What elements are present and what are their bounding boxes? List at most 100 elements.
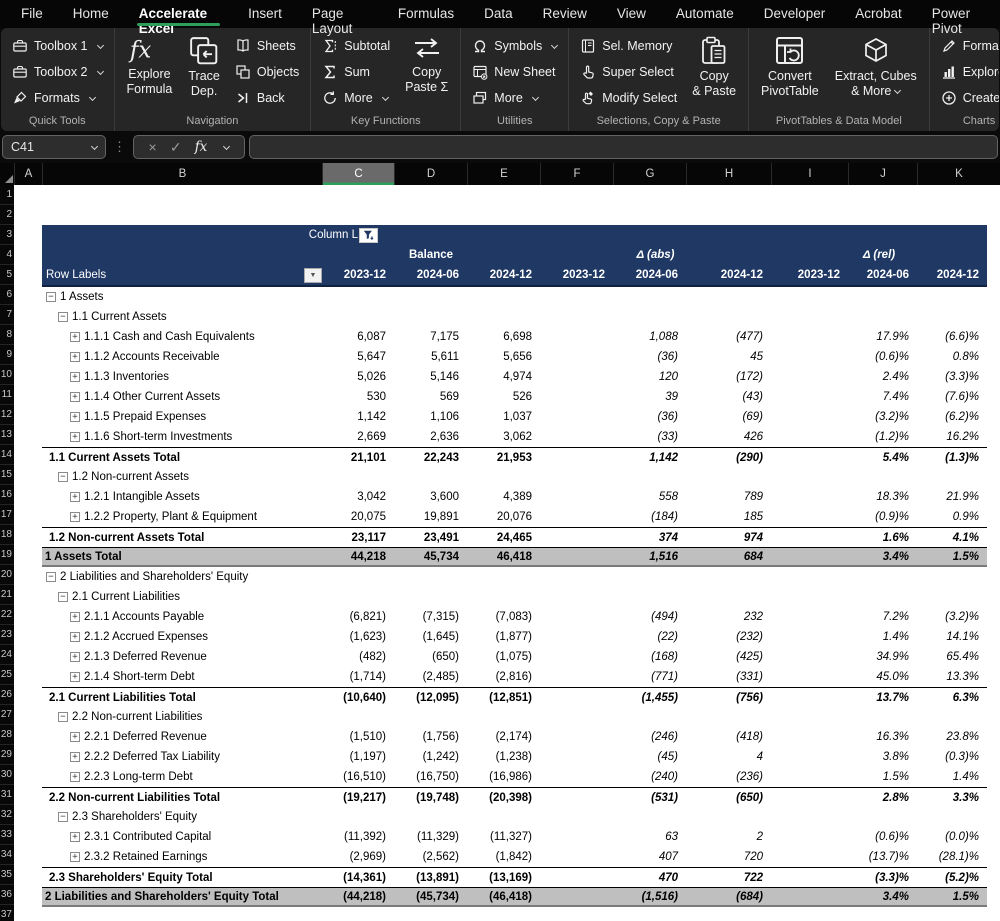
row-label-cell[interactable]: +1.1.6 Short-term Investments [42, 427, 322, 447]
cell-F[interactable] [540, 327, 613, 347]
cell-E[interactable]: 5,656 [467, 347, 540, 367]
cell-D[interactable]: (16,750) [394, 767, 467, 787]
tab-automate[interactable]: Automate [661, 0, 749, 28]
cell-J[interactable]: (0.6)% [848, 827, 917, 847]
cell-G[interactable]: 374 [613, 528, 686, 547]
cell-I[interactable] [771, 427, 848, 447]
cell-F[interactable] [540, 287, 613, 307]
cell-D[interactable]: (1,645) [394, 627, 467, 647]
column-header-B[interactable]: B [42, 163, 322, 185]
tab-data[interactable]: Data [469, 0, 528, 28]
row-header-37[interactable]: 37 [0, 905, 14, 921]
cell-I[interactable] [771, 868, 848, 887]
cell-D[interactable] [394, 287, 467, 307]
cell-C[interactable]: 20,075 [322, 507, 394, 527]
expand-toggle-icon[interactable]: + [70, 672, 80, 682]
expand-toggle-icon[interactable]: − [46, 572, 56, 582]
ribbon-button-formats[interactable]: Formats [6, 86, 109, 111]
row-header-12[interactable]: 12 [0, 405, 14, 425]
cell-I[interactable] [771, 767, 848, 787]
cell-G[interactable] [613, 807, 686, 827]
column-header-G[interactable]: G [613, 163, 686, 185]
row-label-cell[interactable]: +2.2.1 Deferred Revenue [42, 727, 322, 747]
period-header[interactable]: 2024-12 [917, 265, 987, 285]
cell-C[interactable]: (1,510) [322, 727, 394, 747]
cell-F[interactable] [540, 688, 613, 707]
cell-K[interactable]: (1.3)% [917, 448, 987, 467]
cell-J[interactable]: 2.4% [848, 367, 917, 387]
ribbon-button-create[interactable]: Create [935, 86, 999, 111]
cell-I[interactable] [771, 307, 848, 327]
ribbon-button-toolbox-1[interactable]: Toolbox 1 [6, 34, 109, 59]
row-header-36[interactable]: 36 [0, 885, 14, 905]
cell-D[interactable]: (11,329) [394, 827, 467, 847]
cell-C[interactable]: 530 [322, 387, 394, 407]
expand-toggle-icon[interactable]: + [70, 752, 80, 762]
cell-I[interactable] [771, 528, 848, 547]
cell-E[interactable]: 21,953 [467, 448, 540, 467]
expand-toggle-icon[interactable]: + [70, 832, 80, 842]
row-label-cell[interactable]: +1.1.3 Inventories [42, 367, 322, 387]
cell-D[interactable]: 45,734 [394, 548, 467, 565]
expand-toggle-icon[interactable]: − [58, 472, 68, 482]
row-label-cell[interactable]: −2.3 Shareholders' Equity [42, 807, 322, 827]
cell-I[interactable] [771, 448, 848, 467]
cell-F[interactable] [540, 347, 613, 367]
cell-C[interactable]: (482) [322, 647, 394, 667]
tab-accelerate-excel[interactable]: Accelerate Excel [124, 0, 233, 36]
cell-K[interactable] [917, 287, 987, 307]
cell-G[interactable]: (1,516) [613, 888, 686, 905]
column-header-C[interactable]: C [322, 163, 394, 185]
cell-C[interactable]: (6,821) [322, 607, 394, 627]
cell-C[interactable]: 44,218 [322, 548, 394, 565]
ribbon-button-extract-cubes-more[interactable]: Extract, Cubes & More [828, 31, 924, 113]
ribbon-button-back[interactable]: Back [229, 86, 305, 111]
row-header-1[interactable]: 1 [0, 185, 14, 205]
cell-J[interactable]: 1.4% [848, 627, 917, 647]
cell-F[interactable] [540, 888, 613, 905]
cell-K[interactable]: 23.8% [917, 727, 987, 747]
row-label-cell[interactable]: +1.1.1 Cash and Cash Equivalents [42, 327, 322, 347]
cell-G[interactable] [613, 587, 686, 607]
cell-K[interactable]: 3.3% [917, 788, 987, 807]
cell-H[interactable] [686, 467, 771, 487]
cell-J[interactable]: 3.8% [848, 747, 917, 767]
cell-E[interactable]: (12,851) [467, 688, 540, 707]
cell-I[interactable] [771, 507, 848, 527]
expand-toggle-icon[interactable]: + [70, 632, 80, 642]
cell-E[interactable]: (1,075) [467, 647, 540, 667]
cell-C[interactable]: 23,117 [322, 528, 394, 547]
cell-E[interactable]: (16,986) [467, 767, 540, 787]
cell-I[interactable] [771, 888, 848, 905]
formula-input[interactable] [249, 135, 998, 159]
cell-C[interactable]: 5,647 [322, 347, 394, 367]
row-labels-filter-button[interactable]: ▼ [304, 267, 322, 283]
cell-G[interactable]: (184) [613, 507, 686, 527]
cell-K[interactable] [917, 587, 987, 607]
cell-C[interactable] [322, 567, 394, 587]
row-header-18[interactable]: 18 [0, 525, 14, 545]
cell-D[interactable]: 1,106 [394, 407, 467, 427]
row-label-cell[interactable]: −1.2 Non-current Assets [42, 467, 322, 487]
row-header-17[interactable]: 17 [0, 505, 14, 525]
period-header[interactable]: 2024-12 [467, 265, 540, 285]
tab-acrobat[interactable]: Acrobat [840, 0, 917, 28]
cell-G[interactable]: (22) [613, 627, 686, 647]
tab-review[interactable]: Review [528, 0, 602, 28]
column-filter-button[interactable] [359, 227, 378, 243]
cell-C[interactable]: 21,101 [322, 448, 394, 467]
cell-K[interactable]: 1.5% [917, 888, 987, 905]
cell-J[interactable] [848, 467, 917, 487]
cell-K[interactable] [917, 567, 987, 587]
cell-J[interactable]: 7.2% [848, 607, 917, 627]
cell-G[interactable]: (45) [613, 747, 686, 767]
row-header-9[interactable]: 9 [0, 345, 14, 365]
tab-file[interactable]: File [6, 0, 58, 28]
cell-E[interactable] [467, 587, 540, 607]
cell-C[interactable]: 6,087 [322, 327, 394, 347]
cell-I[interactable] [771, 548, 848, 565]
row-label-cell[interactable]: +2.1.2 Accrued Expenses [42, 627, 322, 647]
cell-I[interactable] [771, 407, 848, 427]
row-header-23[interactable]: 23 [0, 625, 14, 645]
cell-F[interactable] [540, 528, 613, 547]
